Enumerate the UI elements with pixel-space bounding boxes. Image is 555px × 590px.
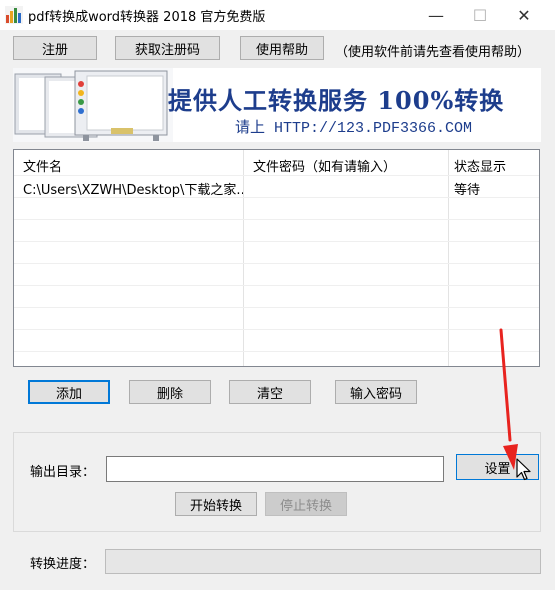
progress-bar bbox=[105, 549, 541, 574]
add-button[interactable]: 添加 bbox=[28, 380, 110, 404]
whiteboard-illustration bbox=[13, 68, 173, 142]
banner-url: 请上 HTTP://123.PDF3366.COM bbox=[235, 120, 473, 137]
close-button[interactable]: ✕ bbox=[502, 0, 546, 30]
header-password[interactable]: 文件密码（如有请输入） bbox=[253, 156, 396, 175]
output-panel bbox=[13, 432, 541, 532]
title-bar: pdf转换成word转换器 2018 官方免费版 — ☐ ✕ bbox=[0, 0, 555, 30]
help-button[interactable]: 使用帮助 bbox=[240, 36, 324, 60]
register-button[interactable]: 注册 bbox=[13, 36, 97, 60]
get-code-button[interactable]: 获取注册码 bbox=[115, 36, 220, 60]
banner-title: 提供人工转换服务 100%转换 bbox=[168, 86, 505, 115]
ad-banner[interactable]: 提供人工转换服务 100%转换 请上 HTTP://123.PDF3366.CO… bbox=[13, 68, 541, 142]
minimize-button[interactable]: — bbox=[414, 0, 458, 30]
output-label: 输出目录： bbox=[30, 465, 96, 480]
stop-button[interactable]: 停止转换 bbox=[265, 492, 347, 516]
maximize-icon: ☐ bbox=[472, 5, 488, 25]
column-divider bbox=[243, 150, 244, 366]
header-filename[interactable]: 文件名 bbox=[23, 156, 62, 175]
delete-button[interactable]: 删除 bbox=[129, 380, 211, 404]
app-icon bbox=[5, 6, 23, 24]
maximize-button[interactable]: ☐ bbox=[458, 0, 502, 30]
column-divider bbox=[448, 150, 449, 366]
minimize-icon: — bbox=[428, 5, 444, 25]
whiteboard-front bbox=[74, 70, 168, 141]
close-icon: ✕ bbox=[517, 5, 531, 25]
password-button[interactable]: 输入密码 bbox=[335, 380, 417, 404]
progress-label: 转换进度： bbox=[30, 557, 96, 572]
mouse-cursor-icon bbox=[516, 458, 531, 481]
output-dir-input[interactable] bbox=[106, 456, 444, 482]
clear-button[interactable]: 清空 bbox=[229, 380, 311, 404]
cell-filename: C:\Users\XZWH\Desktop\下载之家.... bbox=[23, 183, 243, 198]
file-list[interactable]: 文件名 文件密码（如有请输入） 状态显示 C:\Users\XZWH\Deskt… bbox=[13, 149, 540, 367]
start-button[interactable]: 开始转换 bbox=[175, 492, 257, 516]
header-status[interactable]: 状态显示 bbox=[454, 156, 506, 175]
cell-status: 等待 bbox=[454, 183, 481, 198]
help-hint: （使用软件前请先查看使用帮助） bbox=[335, 45, 531, 60]
window-title: pdf转换成word转换器 2018 官方免费版 bbox=[28, 10, 266, 25]
